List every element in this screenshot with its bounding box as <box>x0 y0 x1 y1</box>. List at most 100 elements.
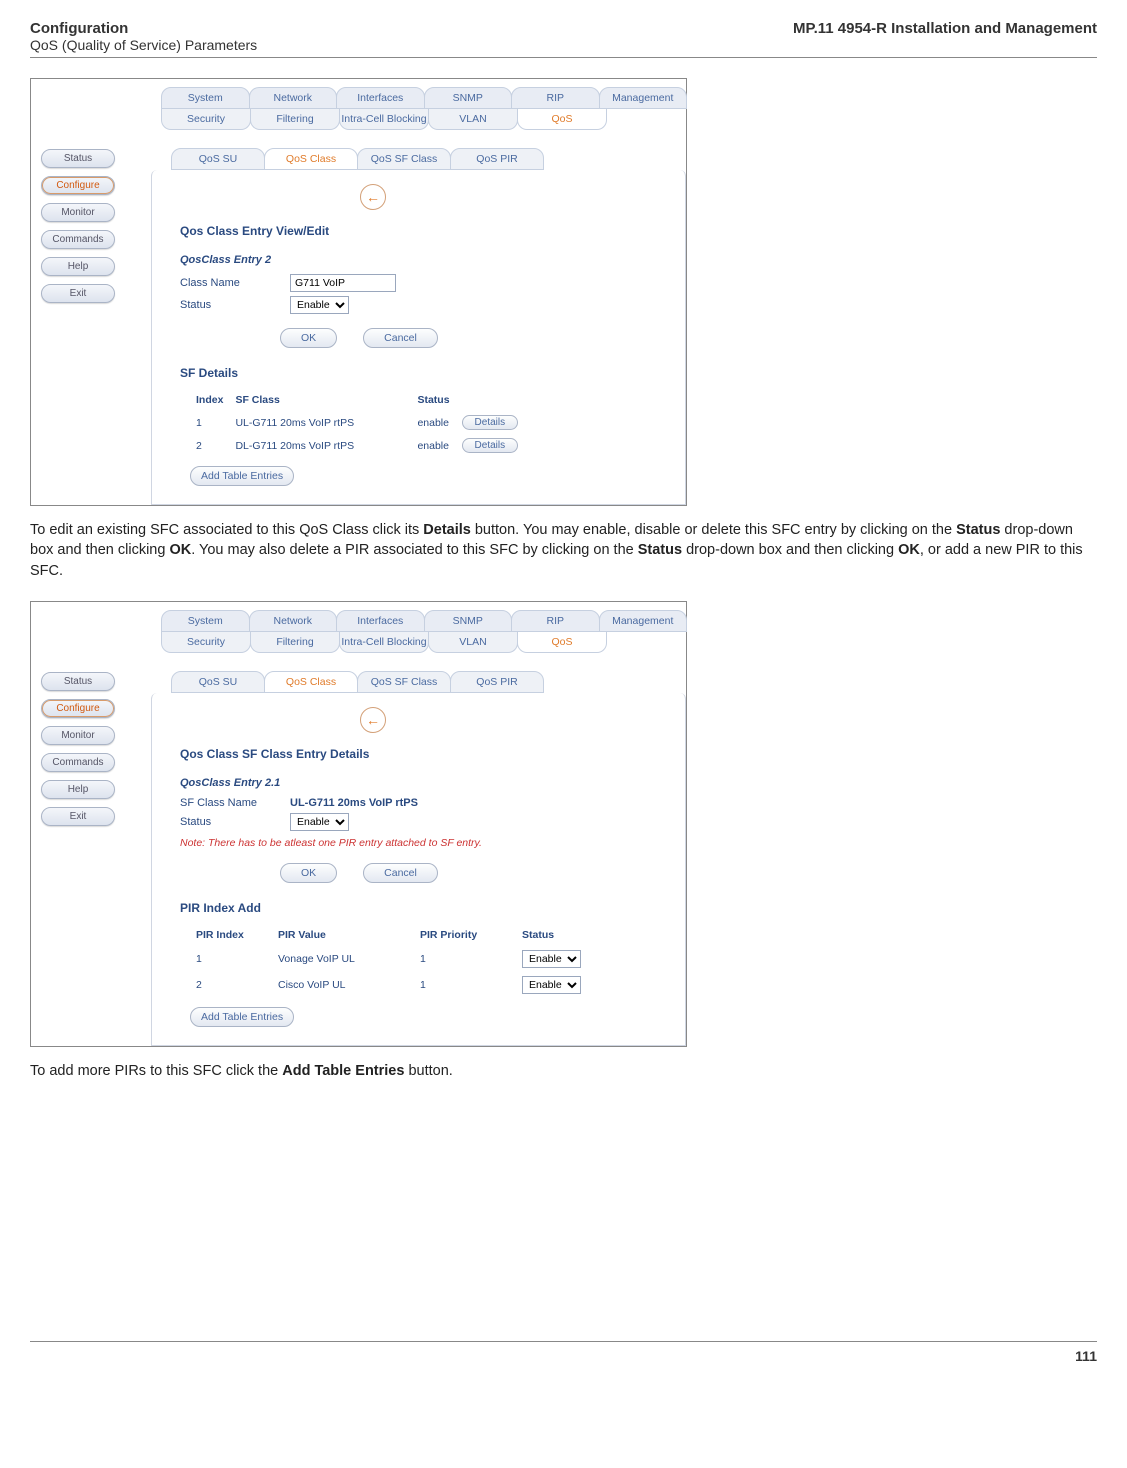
ok-cancel-row: OK Cancel <box>280 863 667 883</box>
cell-status: enable <box>417 412 459 433</box>
add-table-entries-button[interactable]: Add Table Entries <box>190 466 294 486</box>
tab-snmp[interactable]: SNMP <box>424 87 513 109</box>
ok-button[interactable]: OK <box>280 328 337 348</box>
panel-title: Qos Class Entry View/Edit <box>180 224 667 238</box>
tab-network[interactable]: Network <box>249 610 338 632</box>
label-sfname: SF Class Name <box>180 797 290 809</box>
side-monitor[interactable]: Monitor <box>41 726 115 745</box>
sf-details-title: SF Details <box>180 366 667 380</box>
tab-network[interactable]: Network <box>249 87 338 109</box>
select-pir-status[interactable]: Enable <box>522 976 581 994</box>
side-monitor[interactable]: Monitor <box>41 203 115 222</box>
back-arrow-icon[interactable]: ← <box>360 184 386 210</box>
th-pirstatus: Status <box>522 927 591 945</box>
itab-qossu[interactable]: QoS SU <box>171 671 265 693</box>
screenshot-sf-class-details: System Network Interfaces SNMP RIP Manag… <box>30 601 687 1047</box>
itab-qospir[interactable]: QoS PIR <box>450 148 544 170</box>
side-exit[interactable]: Exit <box>41 807 115 826</box>
tab-filtering[interactable]: Filtering <box>250 632 340 653</box>
tab-vlan[interactable]: VLAN <box>428 109 518 130</box>
sf-table: Index SF Class Status 1 UL-G711 20ms VoI… <box>194 390 530 458</box>
cell-index: 2 <box>196 973 276 997</box>
select-status[interactable]: Enable <box>290 813 349 831</box>
side-status[interactable]: Status <box>41 672 115 691</box>
cancel-button[interactable]: Cancel <box>363 328 438 348</box>
itab-qospir[interactable]: QoS PIR <box>450 671 544 693</box>
th-pirvalue: PIR Value <box>278 927 418 945</box>
itab-qosclass[interactable]: QoS Class <box>264 148 358 170</box>
tab-qos[interactable]: QoS <box>517 109 607 130</box>
tab-management[interactable]: Management <box>599 610 688 632</box>
header-left: Configuration QoS (Quality of Service) P… <box>30 20 257 53</box>
side-help[interactable]: Help <box>41 257 115 276</box>
select-pir-status[interactable]: Enable <box>522 950 581 968</box>
tab-snmp[interactable]: SNMP <box>424 610 513 632</box>
cell-index: 1 <box>196 412 233 433</box>
ok-button[interactable]: OK <box>280 863 337 883</box>
screenshot-qos-class-edit: System Network Interfaces SNMP RIP Manag… <box>30 78 687 506</box>
back-arrow-icon[interactable]: ← <box>360 707 386 733</box>
table-row: 1 UL-G711 20ms VoIP rtPS enable Details <box>196 412 528 433</box>
panel-title: Qos Class SF Class Entry Details <box>180 747 667 761</box>
side-status[interactable]: Status <box>41 149 115 168</box>
cell-status: enable <box>417 435 459 456</box>
side-commands[interactable]: Commands <box>41 230 115 249</box>
itab-qossfclass[interactable]: QoS SF Class <box>357 148 451 170</box>
tab-management[interactable]: Management <box>599 87 688 109</box>
tab-rip[interactable]: RIP <box>511 610 600 632</box>
itab-qosclass[interactable]: QoS Class <box>264 671 358 693</box>
ok-cancel-row: OK Cancel <box>280 328 667 348</box>
th-pirindex: PIR Index <box>196 927 276 945</box>
cell-priority: 1 <box>420 973 520 997</box>
th-index: Index <box>196 392 233 410</box>
header-subtitle: QoS (Quality of Service) Parameters <box>30 37 257 53</box>
row-sfname: SF Class Name UL-G711 20ms VoIP rtPS <box>180 797 667 809</box>
add-table-entries-button[interactable]: Add Table Entries <box>190 1007 294 1027</box>
tab-intracell[interactable]: Intra-Cell Blocking <box>339 632 429 653</box>
details-button[interactable]: Details <box>462 415 519 430</box>
tab-interfaces[interactable]: Interfaces <box>336 610 425 632</box>
paragraph-2: To add more PIRs to this SFC click the A… <box>30 1061 1097 1081</box>
pir-title: PIR Index Add <box>180 901 667 915</box>
label-classname: Class Name <box>180 277 290 289</box>
side-exit[interactable]: Exit <box>41 284 115 303</box>
row-status: Status Enable <box>180 296 667 314</box>
side-commands[interactable]: Commands <box>41 753 115 772</box>
tab-security[interactable]: Security <box>161 109 251 130</box>
tab-system[interactable]: System <box>161 87 250 109</box>
tab-vlan[interactable]: VLAN <box>428 632 518 653</box>
cell-sfclass: UL-G711 20ms VoIP rtPS <box>235 412 415 433</box>
cell-sfclass: DL-G711 20ms VoIP rtPS <box>235 435 415 456</box>
tab-system[interactable]: System <box>161 610 250 632</box>
inner-tabs: QoS SU QoS Class QoS SF Class QoS PIR <box>171 671 686 693</box>
input-classname[interactable] <box>290 274 396 292</box>
tab-security[interactable]: Security <box>161 632 251 653</box>
tab-rip[interactable]: RIP <box>511 87 600 109</box>
sub-tabs-row: Security Filtering Intra-Cell Blocking V… <box>161 109 686 130</box>
side-nav: Status Configure Monitor Commands Help E… <box>41 149 115 303</box>
side-nav: Status Configure Monitor Commands Help E… <box>41 672 115 826</box>
itab-qossfclass[interactable]: QoS SF Class <box>357 671 451 693</box>
side-configure[interactable]: Configure <box>41 176 115 195</box>
itab-qossu[interactable]: QoS SU <box>171 148 265 170</box>
cancel-button[interactable]: Cancel <box>363 863 438 883</box>
details-button[interactable]: Details <box>462 438 519 453</box>
note-text: Note: There has to be atleast one PIR en… <box>180 837 667 849</box>
panel-sf-details: ← Qos Class SF Class Entry Details QosCl… <box>151 693 686 1046</box>
tab-interfaces[interactable]: Interfaces <box>336 87 425 109</box>
pir-table: PIR Index PIR Value PIR Priority Status … <box>194 925 593 999</box>
page-footer: 111 <box>30 1341 1097 1364</box>
paragraph-1: To edit an existing SFC associated to th… <box>30 520 1097 581</box>
th-pirpriority: PIR Priority <box>420 927 520 945</box>
tab-filtering[interactable]: Filtering <box>250 109 340 130</box>
select-status[interactable]: Enable <box>290 296 349 314</box>
th-status: Status <box>417 392 459 410</box>
tab-intracell[interactable]: Intra-Cell Blocking <box>339 109 429 130</box>
side-configure[interactable]: Configure <box>41 699 115 718</box>
cell-index: 1 <box>196 947 276 971</box>
cell-priority: 1 <box>420 947 520 971</box>
tab-qos[interactable]: QoS <box>517 632 607 653</box>
value-sfname: UL-G711 20ms VoIP rtPS <box>290 797 418 809</box>
main-tabs-row: System Network Interfaces SNMP RIP Manag… <box>161 79 686 109</box>
side-help[interactable]: Help <box>41 780 115 799</box>
